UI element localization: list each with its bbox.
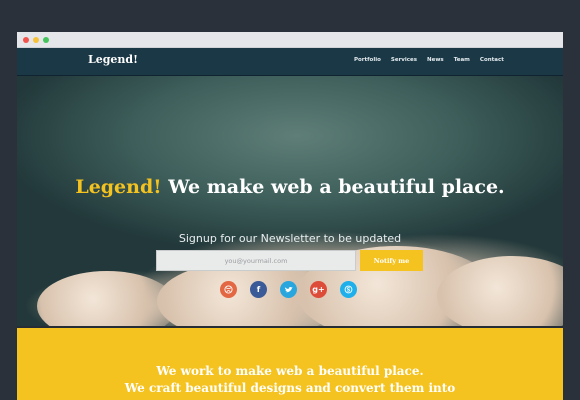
hero-headline: Legend! We make web a beautiful place.: [17, 176, 563, 198]
about-line-2: We craft beautiful designs and convert t…: [124, 381, 456, 395]
nav-link-team[interactable]: Team: [454, 57, 470, 63]
about-section: We work to make web a beautiful place. W…: [17, 326, 563, 400]
close-window-dot[interactable]: [23, 36, 29, 43]
nav-link-news[interactable]: News: [427, 57, 444, 63]
hero-headline-text: We make web a beautiful place.: [161, 176, 505, 198]
social-links: f g+: [220, 281, 357, 298]
cloud-shape: [37, 271, 177, 326]
browser-toolbar: [17, 32, 563, 48]
google-plus-icon[interactable]: g+: [310, 281, 327, 298]
nav-link-contact[interactable]: Contact: [480, 57, 504, 63]
email-input[interactable]: [156, 250, 356, 271]
nav-link-services[interactable]: Services: [391, 57, 417, 63]
nav-links: Portfolio Services News Team Contact: [354, 57, 514, 63]
maximize-window-dot[interactable]: [43, 36, 49, 43]
newsletter-prompt: Signup for our Newsletter to be updated: [178, 232, 402, 245]
facebook-icon[interactable]: f: [250, 281, 267, 298]
dribbble-glyph: [224, 285, 233, 294]
twitter-glyph: [284, 286, 293, 292]
about-line-1: We work to make web a beautiful place.: [156, 364, 424, 378]
skype-icon[interactable]: [340, 281, 357, 298]
browser-window: Legend! Portfolio Services News Team Con…: [17, 32, 563, 400]
site-logo[interactable]: Legend!: [88, 53, 138, 66]
twitter-icon[interactable]: [280, 281, 297, 298]
nav-link-portfolio[interactable]: Portfolio: [354, 57, 381, 63]
skype-glyph: [344, 285, 353, 294]
site-navbar: Legend! Portfolio Services News Team Con…: [17, 48, 563, 76]
hero-brand: Legend!: [75, 176, 162, 198]
dribbble-icon[interactable]: [220, 281, 237, 298]
minimize-window-dot[interactable]: [33, 36, 39, 43]
hero-section: Legend! We make web a beautiful place. S…: [17, 76, 563, 326]
notify-me-button[interactable]: Notify me: [360, 250, 423, 271]
about-text: We work to make web a beautiful place. W…: [17, 363, 563, 397]
